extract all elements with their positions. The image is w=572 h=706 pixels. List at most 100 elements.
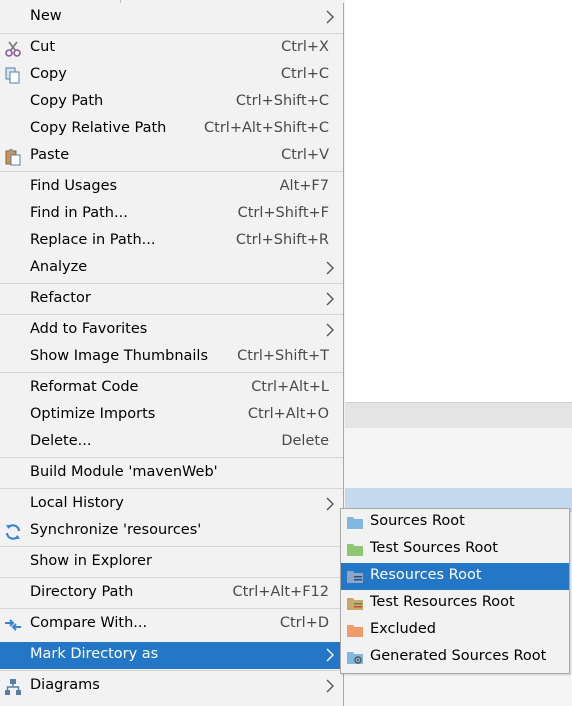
menu-item-label: Mark Directory as — [30, 646, 159, 662]
diagram-icon — [5, 679, 21, 695]
resources-root-folder-icon — [347, 571, 363, 583]
menu-item-label: Compare With... — [30, 615, 148, 631]
menu-item-shortcut: Ctrl+X — [281, 39, 329, 55]
menu-item-shortcut: Ctrl+Alt+L — [251, 379, 329, 395]
menu-item-mark-directory-as[interactable]: Mark Directory as — [0, 642, 343, 669]
menu-item-copy[interactable]: Copy Ctrl+C — [0, 62, 343, 89]
menu-item-label: Diagrams — [30, 677, 100, 693]
menu-item-label: Cut — [30, 39, 55, 55]
chevron-right-icon — [326, 679, 334, 693]
menu-item-replace-in-path[interactable]: Replace in Path... Ctrl+Shift+R — [0, 228, 343, 255]
submenu-item-label: Resources Root — [370, 567, 482, 583]
menu-item-label: Copy — [30, 66, 67, 82]
menu-item-reformat-code[interactable]: Reformat Code Ctrl+Alt+L — [0, 375, 343, 402]
menu-separator — [0, 608, 343, 609]
sync-icon — [5, 524, 21, 540]
chevron-right-icon — [326, 323, 334, 337]
menu-item-shortcut: Ctrl+Shift+R — [235, 232, 329, 248]
submenu-item-label: Test Resources Root — [370, 594, 515, 610]
menu-item-build-module[interactable]: Build Module 'mavenWeb' — [0, 460, 343, 487]
menu-item-analyze[interactable]: Analyze — [0, 255, 343, 282]
chevron-right-icon — [326, 497, 334, 511]
menu-item-add-to-favorites[interactable]: Add to Favorites — [0, 317, 343, 344]
menu-item-delete[interactable]: Delete... Delete — [0, 429, 343, 456]
test-sources-root-folder-icon — [347, 544, 363, 556]
submenu-item-label: Sources Root — [370, 513, 465, 529]
editor-background — [345, 0, 572, 402]
menu-item-shortcut: Alt+F7 — [279, 178, 329, 194]
menu-item-label: New — [30, 8, 62, 24]
mark-directory-submenu: Sources Root Test Sources Root Resources… — [340, 508, 570, 674]
chevron-right-icon — [326, 10, 334, 24]
menu-item-optimize-imports[interactable]: Optimize Imports Ctrl+Alt+O — [0, 402, 343, 429]
menu-item-show-image-thumbnails[interactable]: Show Image Thumbnails Ctrl+Shift+T — [0, 344, 343, 371]
chevron-right-icon — [326, 292, 334, 306]
generated-sources-root-folder-icon — [347, 652, 363, 664]
context-menu: New Cut Ctrl+X Copy Ctrl+C Copy Path Ctr… — [0, 3, 344, 706]
menu-item-compare-with[interactable]: Compare With... Ctrl+D — [0, 611, 343, 638]
menu-separator — [0, 372, 343, 373]
menu-item-shortcut: Ctrl+Shift+C — [235, 93, 329, 109]
menu-item-cut[interactable]: Cut Ctrl+X — [0, 35, 343, 62]
menu-item-label: Reformat Code — [30, 379, 139, 395]
menu-separator — [0, 171, 343, 172]
menu-item-new[interactable]: New — [0, 4, 343, 31]
menu-item-directory-path[interactable]: Directory Path Ctrl+Alt+F12 — [0, 580, 343, 607]
menu-item-shortcut: Ctrl+D — [279, 615, 329, 631]
menu-item-label: Directory Path — [30, 584, 134, 600]
menu-separator — [0, 670, 343, 671]
menu-item-show-in-explorer[interactable]: Show in Explorer — [0, 549, 343, 576]
menu-item-shortcut: Delete — [281, 433, 329, 449]
menu-item-label: Paste — [30, 147, 70, 163]
menu-item-synchronize[interactable]: Synchronize 'resources' — [0, 518, 343, 545]
menu-separator — [0, 488, 343, 489]
menu-item-label: Add to Favorites — [30, 321, 148, 337]
submenu-item-generated-sources-root[interactable]: Generated Sources Root — [341, 644, 569, 671]
tool-window-header — [345, 402, 572, 429]
menu-item-find-usages[interactable]: Find Usages Alt+F7 — [0, 174, 343, 201]
menu-item-diagrams[interactable]: Diagrams — [0, 673, 343, 700]
menu-item-find-in-path[interactable]: Find in Path... Ctrl+Shift+F — [0, 201, 343, 228]
menu-item-shortcut: Ctrl+Shift+F — [237, 205, 329, 221]
menu-item-refactor[interactable]: Refactor — [0, 286, 343, 313]
submenu-item-test-resources-root[interactable]: Test Resources Root — [341, 590, 569, 617]
menu-item-copy-path[interactable]: Copy Path Ctrl+Shift+C — [0, 89, 343, 116]
menu-separator — [0, 33, 343, 34]
menu-item-label: Show in Explorer — [30, 553, 152, 569]
menu-separator — [0, 283, 343, 284]
menu-item-shortcut: Ctrl+C — [280, 66, 329, 82]
menu-item-label: Local History — [30, 495, 124, 511]
menu-item-copy-relative-path[interactable]: Copy Relative Path Ctrl+Alt+Shift+C — [0, 116, 343, 143]
menu-item-label: Copy Relative Path — [30, 120, 167, 136]
menu-item-label: Find in Path... — [30, 205, 128, 221]
submenu-item-test-sources-root[interactable]: Test Sources Root — [341, 536, 569, 563]
chevron-right-icon — [326, 261, 334, 275]
test-resources-root-folder-icon — [347, 598, 363, 610]
menu-item-shortcut: Ctrl+Alt+O — [247, 406, 329, 422]
menu-item-local-history[interactable]: Local History — [0, 491, 343, 518]
menu-separator — [0, 577, 343, 578]
paste-icon — [5, 149, 21, 166]
menu-item-shortcut: Ctrl+Shift+T — [237, 348, 329, 364]
menu-item-shortcut: Ctrl+Alt+F12 — [232, 584, 329, 600]
menu-item-label: Replace in Path... — [30, 232, 156, 248]
menu-item-shortcut: Ctrl+V — [281, 147, 329, 163]
submenu-item-resources-root[interactable]: Resources Root — [341, 563, 569, 590]
project-tree-background — [345, 428, 572, 488]
submenu-item-label: Test Sources Root — [370, 540, 498, 556]
menu-item-paste[interactable]: Paste Ctrl+V — [0, 143, 343, 170]
menu-separator — [0, 314, 343, 315]
menu-item-label: Show Image Thumbnails — [30, 348, 209, 364]
menu-separator — [0, 457, 343, 458]
submenu-item-excluded[interactable]: Excluded — [341, 617, 569, 644]
menu-item-label: Build Module 'mavenWeb' — [30, 464, 218, 480]
menu-item-label: Refactor — [30, 290, 91, 306]
menu-item-label: Analyze — [30, 259, 88, 275]
sources-root-folder-icon — [347, 517, 363, 529]
submenu-item-sources-root[interactable]: Sources Root — [341, 509, 569, 536]
menu-separator — [0, 546, 343, 547]
menu-item-label: Copy Path — [30, 93, 104, 109]
menu-item-label: Delete... — [30, 433, 92, 449]
compare-icon — [5, 619, 21, 631]
menu-item-label: Optimize Imports — [30, 406, 156, 422]
